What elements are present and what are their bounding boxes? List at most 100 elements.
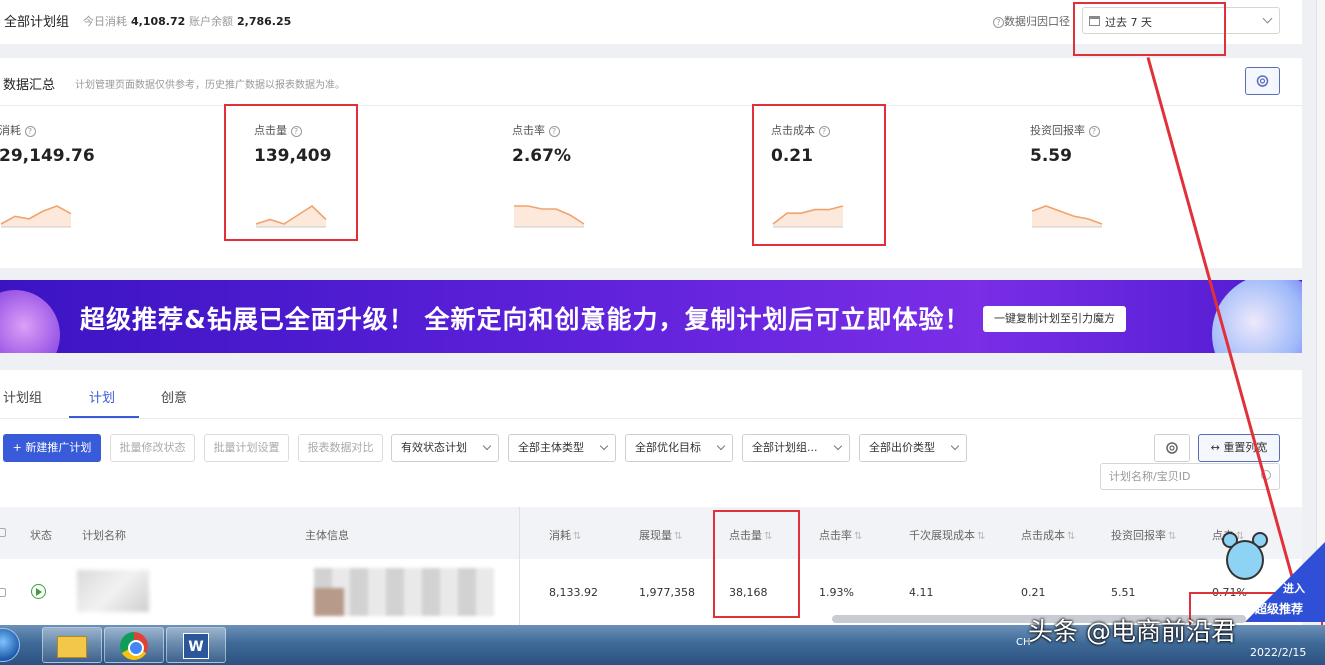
col-name: 计划名称 — [82, 529, 126, 542]
active-tab-indicator — [69, 416, 139, 418]
metric-sparkline — [514, 205, 585, 228]
help-icon: ? — [548, 125, 560, 137]
folder-icon — [57, 636, 87, 658]
word-icon: W — [183, 633, 209, 659]
sparkline-area — [1032, 206, 1102, 227]
reset-column-width-button[interactable]: ↔ 重置列宽 — [1198, 434, 1280, 462]
metric-label: 点击率 ? — [512, 122, 712, 138]
metric-sparkline — [1031, 205, 1103, 228]
plan-name-blurred — [77, 570, 149, 612]
chevron-down-icon — [599, 441, 609, 451]
chrome-icon — [120, 632, 148, 660]
gear-icon — [1166, 442, 1178, 454]
sort-icon: ⇅ — [977, 531, 986, 542]
chevron-down-icon — [950, 441, 960, 451]
sort-icon: ⇅ — [573, 531, 582, 542]
page-title: 全部计划组 — [4, 15, 70, 30]
account-balance: 账户余额 2,786.25 — [189, 15, 292, 28]
plan-list-panel: 计划组 计划 创意 + 新建推广计划 批量修改状态 批量计划设置 报表数据对比 … — [0, 370, 1302, 630]
col-spend[interactable]: 消耗 ⇅ — [549, 527, 581, 543]
start-button[interactable] — [0, 628, 20, 662]
col-ctr[interactable]: 点击率 ⇅ — [819, 527, 862, 543]
metric-card: 投资回报率 ? 5.59 — [1030, 122, 1230, 242]
banner-text: 超级推荐&钻展已全面升级！ 全新定向和创意能力，复制计划后可立即体验！ — [80, 305, 971, 334]
cell-spend: 8,133.92 — [549, 586, 598, 599]
today-spend: 今日消耗 4,108.72 — [83, 15, 186, 28]
cell-impressions: 1,977,358 — [639, 586, 695, 599]
sort-icon: ⇅ — [854, 531, 863, 542]
cell-roi: 5.51 — [1111, 586, 1136, 599]
metric-value: 5.59 — [1030, 146, 1072, 166]
chevron-down-icon — [716, 441, 726, 451]
optimization-goal-filter[interactable]: 全部优化目标 — [625, 434, 733, 462]
subject-info-blurred — [314, 568, 494, 616]
metric-card: 点击率 ? 2.67% — [512, 122, 712, 242]
col-status: 状态 — [30, 529, 52, 542]
attribution-caliber[interactable]: ? 数据归因口径 — [993, 13, 1070, 29]
highlight-box — [752, 104, 886, 246]
play-status-icon[interactable] — [31, 584, 46, 599]
chevron-down-icon — [833, 441, 843, 451]
divider — [0, 105, 1302, 106]
copy-plan-button[interactable]: 一键复制计划至引力魔方 — [983, 306, 1126, 332]
plan-search-input[interactable]: 计划名称/宝贝ID — [1100, 463, 1280, 490]
sparkline-area — [1, 206, 71, 227]
col-impressions[interactable]: 展现量 ⇅ — [639, 527, 682, 543]
summary-title: 数据汇总 — [3, 78, 56, 93]
chevron-down-icon — [1262, 13, 1273, 24]
taskbar-date: 2022/2/15 — [1250, 646, 1307, 659]
cell-ctr: 1.93% — [819, 586, 854, 599]
help-icon: ? — [993, 16, 1004, 28]
summary-note: 计划管理页面数据仅供参考，历史推广数据以报表数据为准。 — [75, 80, 345, 91]
select-all-checkbox[interactable] — [0, 528, 6, 537]
word-taskbar-button[interactable]: W — [166, 627, 226, 663]
gear-icon — [1256, 75, 1269, 87]
metric-card: 消耗 ? 29,149.76 — [0, 122, 199, 242]
col-cpc[interactable]: 点击成本 ⇅ — [1021, 527, 1075, 543]
highlight-box — [224, 104, 358, 241]
help-icon: ? — [24, 125, 36, 137]
data-summary-panel: 数据汇总 计划管理页面数据仅供参考，历史推广数据以报表数据为准。 消耗 ? 29,… — [0, 58, 1302, 268]
batch-settings-button[interactable]: 批量计划设置 — [204, 434, 289, 462]
chevron-down-icon — [482, 441, 492, 451]
col-subject: 主体信息 — [305, 529, 349, 542]
metric-value: 29,149.76 — [0, 146, 95, 166]
chrome-taskbar-button[interactable] — [104, 627, 164, 663]
bid-type-filter[interactable]: 全部出价类型 — [859, 434, 967, 462]
tab-plan-group[interactable]: 计划组 — [3, 387, 42, 406]
metric-label: 投资回报率 ? — [1030, 122, 1230, 138]
vertical-scrollbar[interactable] — [1316, 0, 1325, 620]
mascot-icon — [1222, 530, 1272, 588]
table-header: 状态 计划名称 主体信息 消耗 ⇅ 展现量 ⇅ 点击量 ⇅ 点击率 ⇅ 千次展现成本 ⇅ … — [0, 507, 1302, 559]
subject-type-filter[interactable]: 全部主体类型 — [508, 434, 616, 462]
resize-icon: ↔ — [1210, 441, 1224, 454]
tab-plan[interactable]: 计划 — [89, 387, 115, 406]
col-cpm[interactable]: 千次展现成本 ⇅ — [909, 527, 985, 543]
highlight-box — [1073, 2, 1226, 56]
promo-banner[interactable]: 超级推荐&钻展已全面升级！ 全新定向和创意能力，复制计划后可立即体验！ 一键复制… — [0, 280, 1302, 353]
cell-cpc: 0.21 — [1021, 586, 1046, 599]
report-compare-button[interactable]: 报表数据对比 — [298, 434, 383, 462]
metric-sparkline — [0, 205, 72, 228]
sort-icon: ⇅ — [1168, 531, 1177, 542]
tab-creative[interactable]: 创意 — [161, 387, 187, 406]
explorer-taskbar-button[interactable] — [42, 627, 102, 663]
col-roi[interactable]: 投资回报率 ⇅ — [1111, 527, 1176, 543]
help-icon: ? — [1088, 125, 1100, 137]
watermark: 头条 @电商前沿君 — [1028, 617, 1236, 646]
decor-bubble — [0, 290, 60, 353]
cell-cpm: 4.11 — [909, 586, 934, 599]
highlight-box — [713, 510, 800, 618]
new-plan-button[interactable]: + 新建推广计划 — [3, 434, 101, 462]
column-settings-button[interactable] — [1154, 434, 1190, 462]
batch-status-button[interactable]: 批量修改状态 — [110, 434, 195, 462]
status-filter[interactable]: 有效状态计划 — [391, 434, 499, 462]
sort-icon: ⇅ — [674, 531, 683, 542]
plan-group-filter[interactable]: 全部计划组... — [742, 434, 850, 462]
column-divider — [519, 507, 520, 630]
sort-icon: ⇅ — [1067, 531, 1076, 542]
summary-settings-button[interactable] — [1245, 67, 1280, 95]
metric-label: 消耗 ? — [0, 122, 199, 138]
metric-value: 2.67% — [512, 146, 571, 166]
row-checkbox[interactable] — [0, 588, 6, 597]
